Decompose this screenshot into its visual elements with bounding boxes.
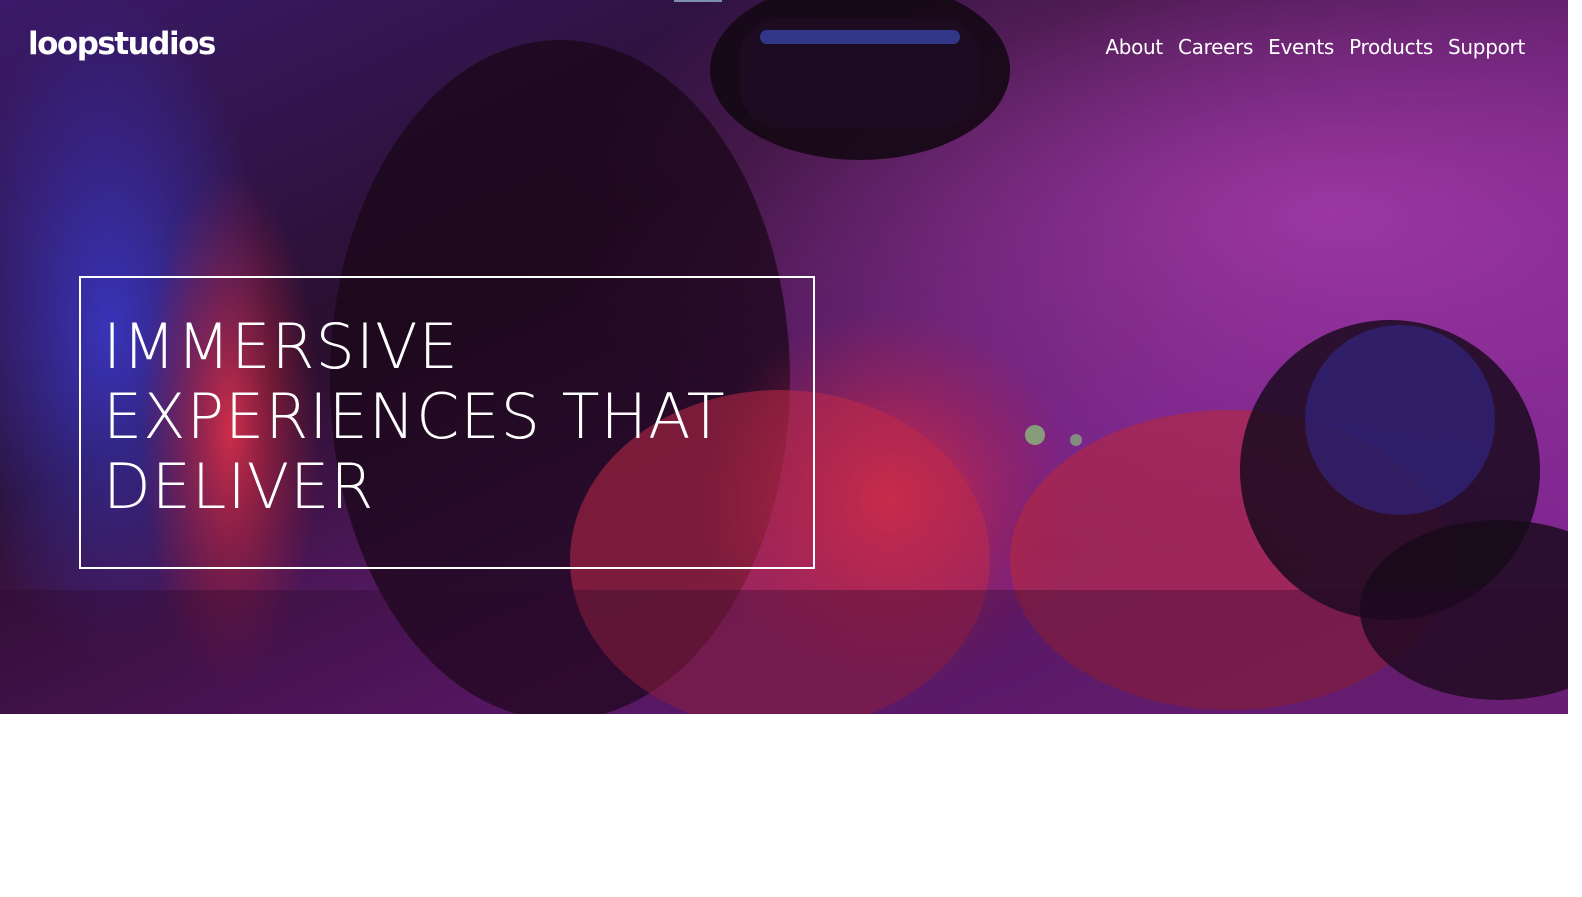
nav-link-products[interactable]: Products bbox=[1349, 33, 1433, 61]
nav-link-support[interactable]: Support bbox=[1448, 33, 1525, 61]
main-nav: About Careers Events Products Support bbox=[1105, 33, 1525, 61]
hero-headline-box: IMMERSIVE EXPERIENCES THAT DELIVER bbox=[79, 276, 815, 569]
nav-item-about: About bbox=[1105, 33, 1163, 61]
nav-item-support: Support bbox=[1448, 33, 1525, 61]
nav-link-events[interactable]: Events bbox=[1268, 33, 1334, 61]
hero-section: loopstudios About Careers Events Product… bbox=[0, 0, 1568, 714]
nav-link-careers[interactable]: Careers bbox=[1178, 33, 1253, 61]
nav-item-events: Events bbox=[1268, 33, 1334, 61]
hero-headline: IMMERSIVE EXPERIENCES THAT DELIVER bbox=[103, 310, 726, 523]
nav-link-about[interactable]: About bbox=[1105, 33, 1163, 61]
nav-item-products: Products bbox=[1349, 33, 1433, 61]
logo[interactable]: loopstudios bbox=[28, 24, 216, 64]
top-scroll-indicator bbox=[674, 0, 722, 2]
nav-item-careers: Careers bbox=[1178, 33, 1253, 61]
